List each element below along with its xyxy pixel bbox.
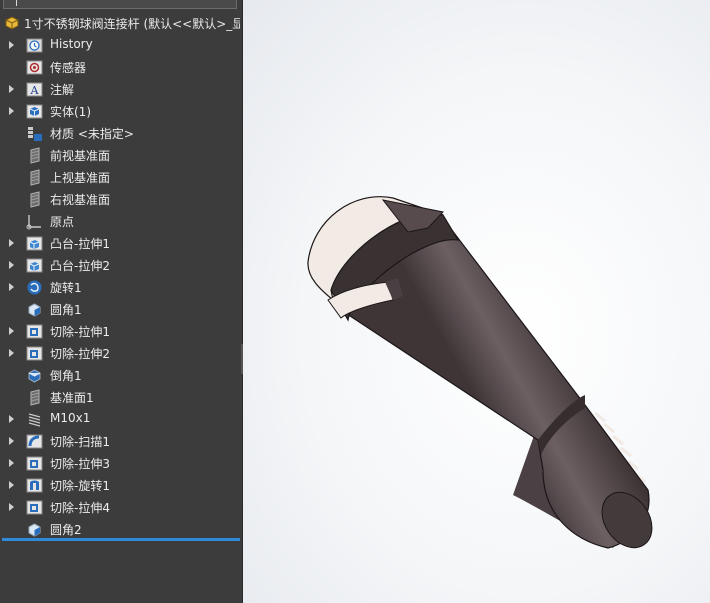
tree-node-label: 凸台-拉伸1: [50, 237, 110, 251]
tree-node-label: 注解: [50, 83, 75, 97]
thread-icon: [28, 413, 41, 427]
tree-node[interactable]: 上视基准面: [0, 166, 242, 188]
tree-node-label: 上视基准面: [50, 171, 111, 185]
tree-node[interactable]: 传感器: [0, 56, 242, 78]
fillet-icon: [28, 303, 41, 317]
tree-node[interactable]: 切除-拉伸4: [0, 496, 242, 518]
tree-node[interactable]: M10x1: [0, 408, 242, 430]
plane-icon: [30, 389, 40, 406]
tree-node-label: 倒角1: [50, 369, 82, 383]
tree-node-label: M10x1: [50, 411, 91, 425]
solid-bodies-icon: [26, 104, 43, 119]
annotation-icon: A: [26, 82, 43, 97]
tree-node[interactable]: 前视基准面: [0, 144, 242, 166]
tree-node-label: 切除-扫描1: [50, 435, 110, 449]
tree-node-label: 切除-旋转1: [50, 479, 110, 493]
origin-icon: [26, 215, 41, 230]
history-icon: [26, 38, 43, 53]
svg-text:A: A: [30, 84, 40, 97]
expand-arrow-icon[interactable]: [9, 107, 14, 115]
expand-arrow-icon[interactable]: [9, 503, 14, 511]
tree-node[interactable]: 切除-拉伸1: [0, 320, 242, 342]
cut-extrude-icon: [26, 500, 43, 515]
expand-arrow-icon[interactable]: [9, 85, 14, 93]
expand-arrow-icon[interactable]: [9, 283, 14, 291]
expand-arrow-icon[interactable]: [9, 437, 14, 445]
3d-part-model[interactable]: [243, 0, 710, 603]
expand-arrow-icon[interactable]: [9, 415, 14, 423]
tree-node-label: History: [50, 37, 93, 51]
expand-arrow-icon[interactable]: [9, 459, 14, 467]
tree-node-label: 基准面1: [50, 391, 94, 405]
tree-node[interactable]: 原点: [0, 210, 242, 232]
part-name-label: 1寸不锈钢球阀连接杆 (默认<<默认>_显示状态 1>): [24, 16, 240, 31]
tree-node-label: 原点: [50, 215, 75, 229]
tree-filter-input[interactable]: [3, 0, 237, 9]
tree-node[interactable]: 圆角1: [0, 298, 242, 320]
tree-root-part[interactable]: 1寸不锈钢球阀连接杆 (默认<<默认>_显示状态 1>): [0, 12, 242, 34]
boss-extrude-icon: [26, 236, 43, 251]
tree-node[interactable]: 旋转1: [0, 276, 242, 298]
cut-extrude-icon: [26, 346, 43, 361]
chamfer-icon: [28, 369, 41, 383]
expand-arrow-icon[interactable]: [9, 481, 14, 489]
tree-node[interactable]: A 注解: [0, 78, 242, 100]
expand-arrow-icon[interactable]: [9, 349, 14, 357]
part-icon: [5, 16, 19, 30]
tree-node[interactable]: 实体(1): [0, 100, 242, 122]
tree-node-label: 旋转1: [50, 281, 82, 295]
tree-node[interactable]: 材质 <未指定>: [0, 122, 242, 144]
plane-icon: [30, 191, 40, 208]
tree-node[interactable]: 切除-扫描1: [0, 430, 242, 452]
tree-node[interactable]: 凸台-拉伸1: [0, 232, 242, 254]
tree-node[interactable]: 右视基准面: [0, 188, 242, 210]
tree-node-label: 切除-拉伸3: [50, 457, 110, 471]
feature-manager-tree: 1寸不锈钢球阀连接杆 (默认<<默认>_显示状态 1>) History 传感器 A…: [0, 0, 243, 603]
boss-extrude-icon: [26, 258, 43, 273]
shank-body: [340, 224, 650, 549]
tree-node[interactable]: 切除-拉伸3: [0, 452, 242, 474]
cut-extrude-icon: [26, 456, 43, 471]
sensor-icon: [26, 60, 43, 75]
tree-node[interactable]: 切除-旋转1: [0, 474, 242, 496]
cut-extrude-icon: [26, 324, 43, 339]
fillet-icon: [28, 523, 41, 537]
plane-icon: [30, 147, 40, 164]
plane-icon: [30, 169, 40, 186]
tree-node-label: 右视基准面: [50, 193, 111, 207]
tree-node[interactable]: History: [0, 34, 242, 56]
tree-node-label: 圆角1: [50, 303, 82, 317]
tree-node-label: 凸台-拉伸2: [50, 259, 110, 273]
tree-node-label: 圆角2: [50, 523, 82, 537]
material-icon: [28, 127, 42, 141]
tree-node[interactable]: 切除-拉伸2: [0, 342, 242, 364]
expand-arrow-icon[interactable]: [9, 327, 14, 335]
tree-node[interactable]: 倒角1: [0, 364, 242, 386]
tree-node[interactable]: 圆角2: [0, 518, 242, 540]
expand-arrow-icon[interactable]: [9, 261, 14, 269]
tree-node-label: 前视基准面: [50, 149, 111, 163]
tree-node[interactable]: 凸台-拉伸2: [0, 254, 242, 276]
tree-node-label: 材质 <未指定>: [50, 127, 134, 141]
tree-node-label: 实体(1): [50, 105, 91, 119]
cut-revolve-icon: [26, 478, 43, 493]
tree-node-label: 传感器: [50, 61, 87, 75]
graphics-viewport[interactable]: [243, 0, 710, 603]
rollback-bar[interactable]: [2, 538, 240, 541]
expand-arrow-icon[interactable]: [9, 239, 14, 247]
revolve-icon: [27, 280, 42, 295]
cut-sweep-icon: [26, 434, 43, 449]
expand-arrow-icon[interactable]: [9, 41, 14, 49]
tree-node-label: 切除-拉伸2: [50, 347, 110, 361]
tree-node-label: 切除-拉伸4: [50, 501, 110, 515]
tree-node[interactable]: 基准面1: [0, 386, 242, 408]
tree-node-label: 切除-拉伸1: [50, 325, 110, 339]
